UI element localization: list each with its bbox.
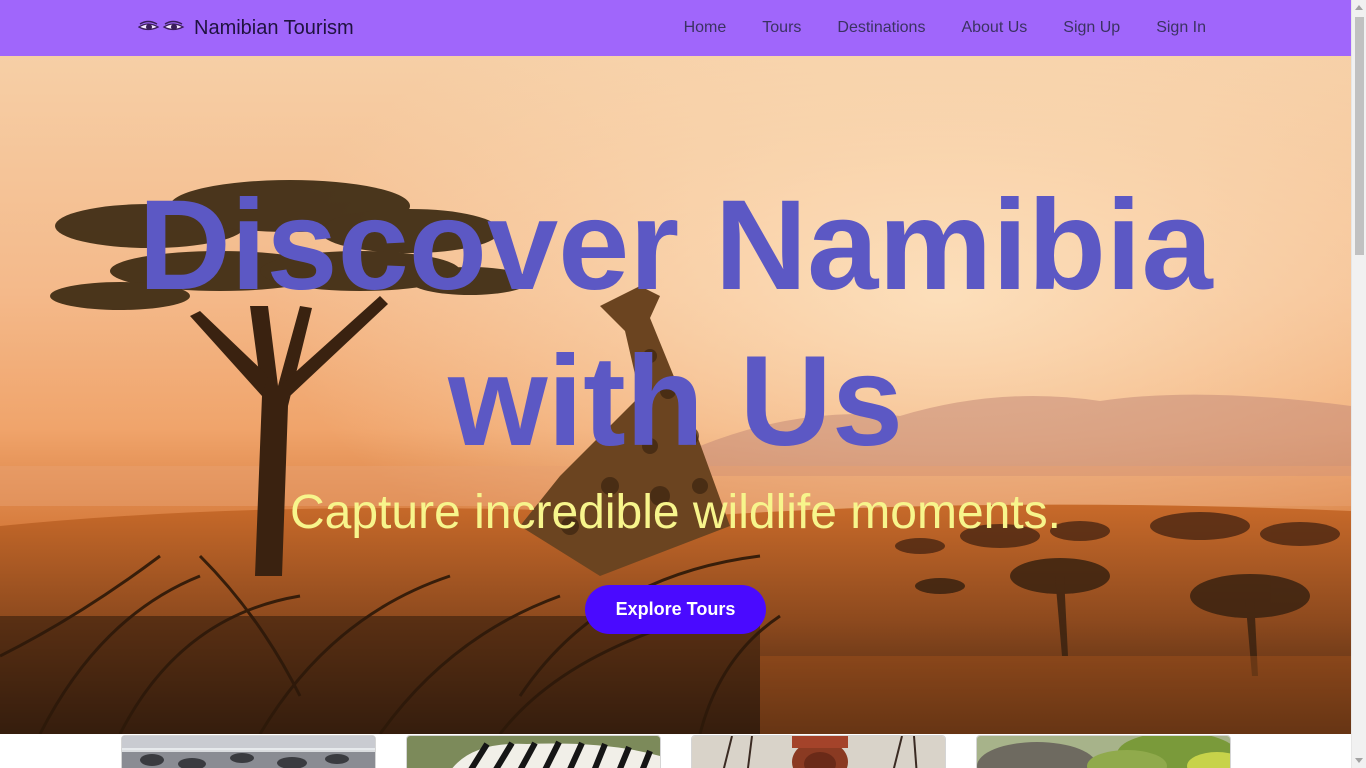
explore-tours-button[interactable]: Explore Tours [585,585,766,634]
nav-link-about-us[interactable]: About Us [943,19,1045,37]
hero-subtitle: Capture incredible wildlife moments. [290,486,1061,539]
page: Namibian Tourism Home Tours Destinations… [0,0,1366,768]
scrollbar-thumb[interactable] [1355,17,1364,255]
nav-link-sign-up[interactable]: Sign Up [1045,19,1138,37]
page-scrollbar[interactable] [1351,0,1366,768]
navbar: Namibian Tourism Home Tours Destinations… [0,0,1351,56]
hero-section: Discover Namibia with Us Capture incredi… [0,56,1351,734]
elephant-bush-image [977,736,1230,768]
zebras-image [407,736,660,768]
hero-title-line-2: with Us [447,330,904,473]
nav-link-home[interactable]: Home [666,19,745,37]
hero-title-line-1: Discover Namibia [138,174,1213,317]
himba-woman-image [692,736,945,768]
destination-card-2[interactable] [406,735,661,768]
nav-links: Home Tours Destinations About Us Sign Up… [666,0,1224,56]
scroll-up-arrow-icon[interactable] [1355,5,1363,10]
scroll-down-arrow-icon[interactable] [1355,758,1363,763]
seals-coast-image [122,736,375,768]
nav-link-destinations[interactable]: Destinations [819,19,943,37]
hero-title: Discover Namibia with Us [0,168,1351,480]
brand-text: Namibian Tourism [194,16,354,39]
nav-link-sign-in[interactable]: Sign In [1138,19,1224,37]
brand-link[interactable]: Namibian Tourism [138,0,354,56]
destination-card-3[interactable] [691,735,946,768]
destination-card-1[interactable] [121,735,376,768]
eyes-logo-icon [138,20,185,31]
destination-card-4[interactable] [976,735,1231,768]
nav-link-tours[interactable]: Tours [744,19,819,37]
destination-cards-row [0,734,1351,768]
